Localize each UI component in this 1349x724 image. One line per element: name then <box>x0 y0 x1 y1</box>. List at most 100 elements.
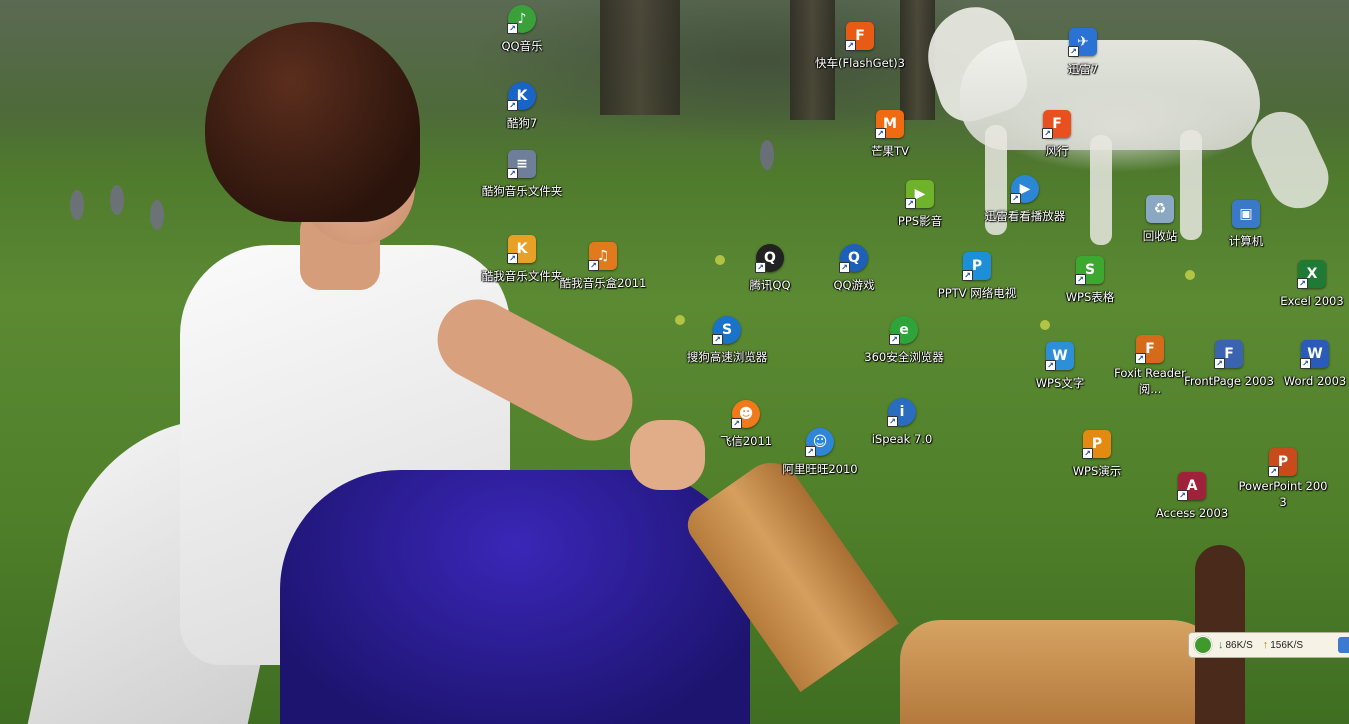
download-arrow-icon: ↓ <box>1218 639 1224 651</box>
desktop-icon[interactable]: F ↗ 快车(FlashGet)3 <box>812 22 908 71</box>
computer-icon: ▣ <box>1232 200 1260 228</box>
ispeak-icon: i ↗ <box>887 398 916 427</box>
desktop-icon-label: 回收站 <box>1142 229 1178 243</box>
woman-figure <box>630 420 705 490</box>
desktop-icon[interactable]: ▶ ↗ 迅雷看看播放器 <box>977 175 1073 224</box>
shortcut-arrow-icon: ↗ <box>1268 466 1279 477</box>
kuwo-box-icon: ♫ ↗ <box>588 242 617 271</box>
shortcut-arrow-icon: ↗ <box>507 100 518 111</box>
foxit-icon: F ↗ <box>1135 335 1164 364</box>
desktop-icon[interactable]: ▶ ↗ PPS影音 <box>872 180 968 229</box>
wps-sheet-icon: S ↗ <box>1075 256 1104 285</box>
shortcut-arrow-icon: ↗ <box>712 334 723 345</box>
shortcut-arrow-icon: ↗ <box>1082 448 1093 459</box>
desktop-icon[interactable]: K ↗ 酷狗7 <box>474 82 570 131</box>
kuwo-folder-icon: K ↗ <box>507 235 536 264</box>
desktop-icon[interactable]: i ↗ iSpeak 7.0 <box>854 398 950 447</box>
desktop-icon[interactable]: ♪ ↗ QQ音乐 <box>474 5 570 54</box>
shortcut-arrow-icon: ↗ <box>839 262 850 273</box>
shortcut-arrow-icon: ↗ <box>889 334 900 345</box>
desktop-icon[interactable]: ▣ 计算机 <box>1198 200 1294 249</box>
shortcut-arrow-icon: ↗ <box>1068 46 1079 57</box>
desktop-icon[interactable]: W ↗ WPS文字 <box>1012 342 1108 391</box>
desktop-icon[interactable]: M ↗ 芒果TV <box>842 110 938 159</box>
desktop-icon[interactable]: P ↗ WPS演示 <box>1049 430 1145 479</box>
desktop-icon[interactable]: ♫ ↗ 酷我音乐盒2011 <box>555 242 651 291</box>
shortcut-arrow-icon: ↗ <box>507 253 518 264</box>
shortcut-arrow-icon: ↗ <box>1177 490 1188 501</box>
desktop-icon-label: QQ游戏 <box>833 278 875 292</box>
shortcut-arrow-icon: ↗ <box>845 40 856 51</box>
woman-figure <box>205 22 420 222</box>
shortcut-arrow-icon: ↗ <box>1010 193 1021 204</box>
wps-presentation-icon: P ↗ <box>1082 430 1111 459</box>
frontpage-icon: F ↗ <box>1214 340 1243 369</box>
desktop-icon-label: iSpeak 7.0 <box>871 432 933 446</box>
download-speed-widget[interactable]: ↓ 86K/S ↑ 156K/S <box>1188 632 1349 658</box>
pptv-icon: P ↗ <box>962 252 991 281</box>
access-icon: A ↗ <box>1177 472 1206 501</box>
shortcut-arrow-icon: ↗ <box>755 262 766 273</box>
desktop-icon[interactable]: S ↗ 搜狗高速浏览器 <box>679 316 775 365</box>
xunlei-kankan-icon: ▶ ↗ <box>1010 175 1039 204</box>
speed-widget-handle[interactable] <box>1338 637 1349 653</box>
desktop-icon-label: WPS文字 <box>1035 376 1085 390</box>
desktop-icon[interactable]: Q ↗ QQ游戏 <box>806 244 902 293</box>
flower-decoration <box>150 200 164 230</box>
desktop-icon[interactable]: ✈ ↗ 迅雷7 <box>1035 28 1131 77</box>
desktop-icon[interactable]: e ↗ 360安全浏览器 <box>856 316 952 365</box>
desktop-icon-label: PPS影音 <box>897 214 943 228</box>
flower-decoration <box>1040 320 1050 330</box>
desktop-icon[interactable]: S ↗ WPS表格 <box>1042 256 1138 305</box>
desktop-icon[interactable]: F ↗ FrontPage 2003 <box>1181 340 1277 389</box>
desktop-icon-label: 快车(FlashGet)3 <box>815 56 905 70</box>
desktop-icon[interactable]: ≡ ↗ 酷狗音乐文件夹 <box>474 150 570 199</box>
shortcut-arrow-icon: ↗ <box>507 23 518 34</box>
shortcut-arrow-icon: ↗ <box>1214 358 1225 369</box>
desktop-icon-label: PPTV 网络电视 <box>937 286 1017 300</box>
download-speed: 86K/S <box>1225 639 1253 651</box>
desktop-icon-label: Word 2003 <box>1283 374 1347 388</box>
sogou-browser-icon: S ↗ <box>712 316 741 345</box>
desktop-icon[interactable]: ♻ 回收站 <box>1112 195 1208 244</box>
360-browser-icon: e ↗ <box>889 316 918 345</box>
desktop-icon-label: 计算机 <box>1228 234 1264 248</box>
desktop-icon-label: 酷狗7 <box>506 116 538 130</box>
desktop-icon-label: 酷狗音乐文件夹 <box>481 184 563 198</box>
desktop-icon-label: 迅雷看看播放器 <box>984 209 1066 223</box>
desktop-icon-label: WPS表格 <box>1065 290 1115 304</box>
desktop-icon[interactable]: P ↗ PPTV 网络电视 <box>929 252 1025 301</box>
flower-decoration <box>1185 270 1195 280</box>
flower-decoration <box>110 185 124 215</box>
fetion-icon: ☻ ↗ <box>731 400 760 429</box>
flower-decoration <box>70 190 84 220</box>
qq-music-icon: ♪ ↗ <box>507 5 536 34</box>
desktop-icon-label: Access 2003 <box>1155 506 1229 520</box>
desktop-icon[interactable]: A ↗ Access 2003 <box>1144 472 1240 521</box>
qq-penguin-icon: Q ↗ <box>755 244 784 273</box>
desktop-icon-label: 酷我音乐盒2011 <box>559 276 647 290</box>
desktop-icon[interactable]: Q ↗ 腾讯QQ <box>722 244 818 293</box>
desktop-icon[interactable]: F ↗ 风行 <box>1009 110 1105 159</box>
flower-decoration <box>760 140 774 170</box>
thunder-icon: ✈ ↗ <box>1068 28 1097 57</box>
woman-figure <box>280 470 750 724</box>
flashget-icon: F ↗ <box>845 22 874 51</box>
shortcut-arrow-icon: ↗ <box>731 418 742 429</box>
aliwangwang-icon: ☺ ↗ <box>805 428 834 457</box>
desktop-icon-label: 搜狗高速浏览器 <box>686 350 768 364</box>
desktop-icon[interactable]: W ↗ Word 2003 <box>1267 340 1349 389</box>
shortcut-arrow-icon: ↗ <box>805 446 816 457</box>
shortcut-arrow-icon: ↗ <box>1075 274 1086 285</box>
word-icon: W ↗ <box>1300 340 1329 369</box>
folder-file-icon: ≡ ↗ <box>507 150 536 179</box>
shortcut-arrow-icon: ↗ <box>507 168 518 179</box>
desktop-icon[interactable]: X ↗ Excel 2003 <box>1264 260 1349 309</box>
kugou-icon: K ↗ <box>507 82 536 111</box>
shortcut-arrow-icon: ↗ <box>887 416 898 427</box>
speed-widget-logo-icon <box>1194 636 1212 654</box>
funshion-icon: F ↗ <box>1042 110 1071 139</box>
desktop[interactable]: ♪ ↗ QQ音乐 K ↗ 酷狗7 ≡ ↗ 酷狗音乐文件夹 K ↗ 酷我音乐文件夹 ♫ ↗ 酷我音乐盒2011… <box>0 0 1349 724</box>
background-tree <box>600 0 680 115</box>
desktop-icon[interactable]: P ↗ PowerPoint 2003 <box>1235 448 1331 510</box>
